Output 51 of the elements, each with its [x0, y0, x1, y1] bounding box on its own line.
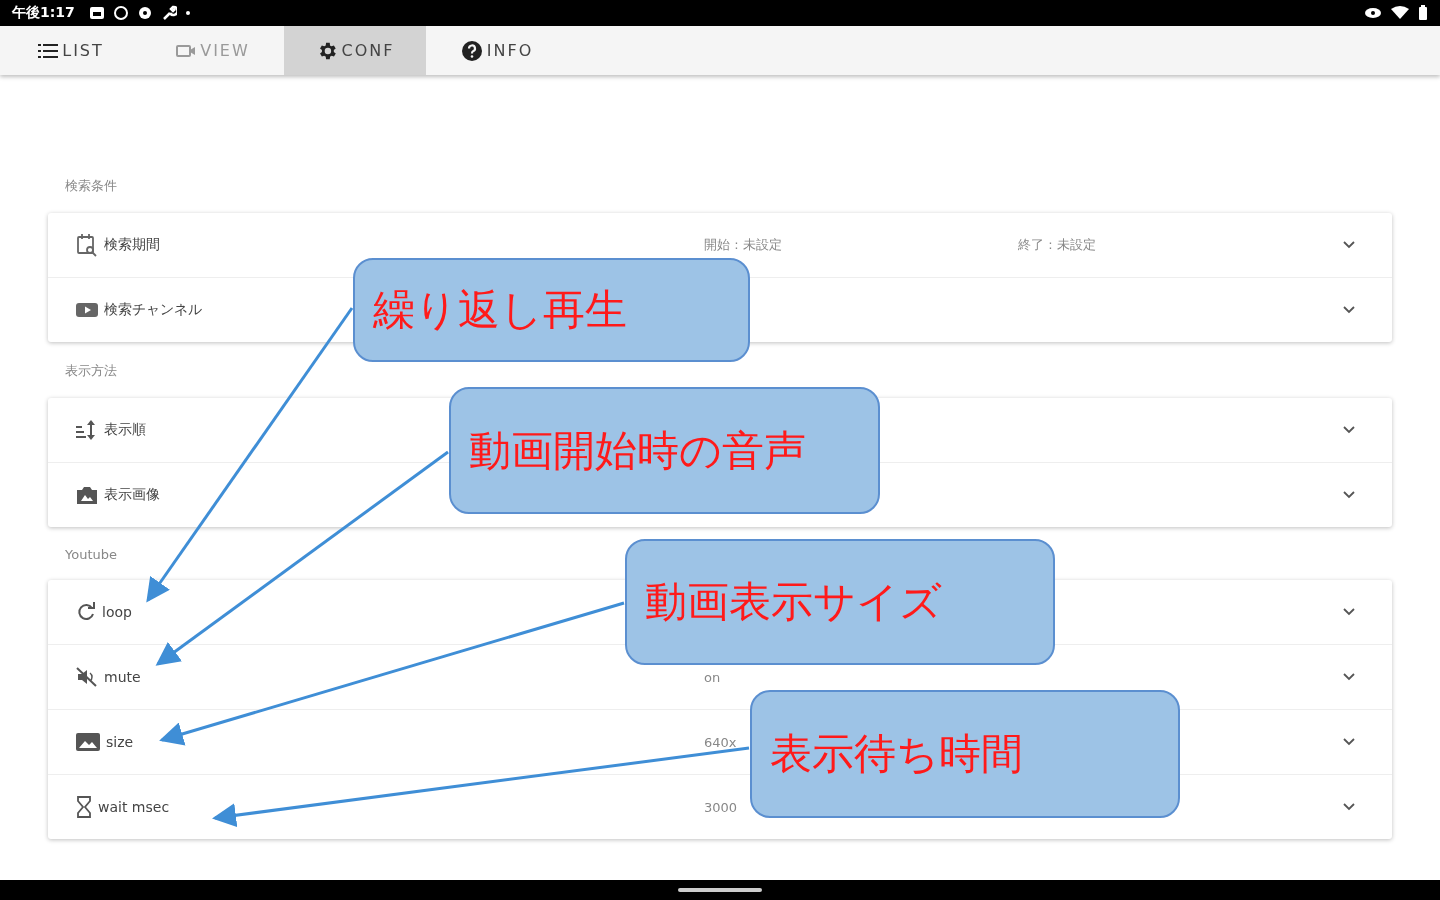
setting-value: 終了 : 未設定 [1018, 236, 1097, 254]
chevron-down-icon[interactable] [1342, 607, 1356, 617]
setting-label: loop [102, 604, 132, 620]
notification-icon [136, 5, 153, 21]
section-header: Youtube [64, 547, 118, 564]
camera-icon [76, 485, 98, 505]
callout: 表示待ち時間 [750, 690, 1180, 818]
tab[interactable]: CONF [284, 26, 426, 75]
calendar-search-icon [76, 233, 98, 257]
chevron-down-icon[interactable] [1342, 240, 1356, 250]
list-icon [38, 42, 59, 59]
image-icon [76, 732, 100, 752]
hourglass-icon [76, 796, 92, 818]
setting-value: 開始 : 未設定 [704, 236, 783, 254]
eye-icon [1364, 7, 1382, 19]
wifi-icon [1390, 6, 1410, 20]
setting-label: 表示順 [104, 421, 146, 439]
home-handle[interactable] [678, 888, 762, 892]
chevron-down-icon[interactable] [1342, 737, 1356, 747]
video-icon [176, 43, 197, 58]
setting-label: mute [104, 669, 141, 685]
setting-label: 表示画像 [104, 486, 160, 504]
setting-value: 3000 [704, 799, 739, 815]
chevron-down-icon[interactable] [1342, 802, 1356, 812]
sort-icon [76, 420, 98, 440]
setting-label: 検索チャンネル [104, 301, 202, 319]
chevron-down-icon[interactable] [1342, 672, 1356, 682]
battery-icon [1418, 5, 1428, 21]
chevron-down-icon[interactable] [1342, 490, 1356, 500]
chevron-down-icon[interactable] [1342, 305, 1356, 315]
chevron-down-icon[interactable] [1342, 425, 1356, 435]
tab[interactable]: LIST [0, 26, 142, 75]
section-header: 表示方法 [64, 362, 118, 380]
help-icon [460, 39, 483, 62]
dot-icon [184, 10, 191, 16]
callout: 動画表示サイズ [625, 539, 1055, 665]
section-header: 検索条件 [64, 177, 118, 195]
setting-label: 検索期間 [104, 236, 160, 254]
setting-label: size [106, 734, 134, 750]
setting-label: wait msec [98, 799, 170, 815]
callout: 動画開始時の音声 [449, 387, 880, 514]
callout: 繰り返し再生 [353, 258, 750, 362]
mute-icon [76, 667, 98, 687]
notification-icon [88, 6, 105, 20]
status-time: 午後1:17 [12, 4, 75, 22]
refresh-icon [76, 602, 96, 622]
setting-value: on [704, 669, 722, 685]
tab[interactable]: INFO [426, 26, 568, 75]
video-play-icon [76, 302, 98, 318]
notification-icon [112, 5, 129, 21]
setting-value: 640x [704, 734, 738, 750]
